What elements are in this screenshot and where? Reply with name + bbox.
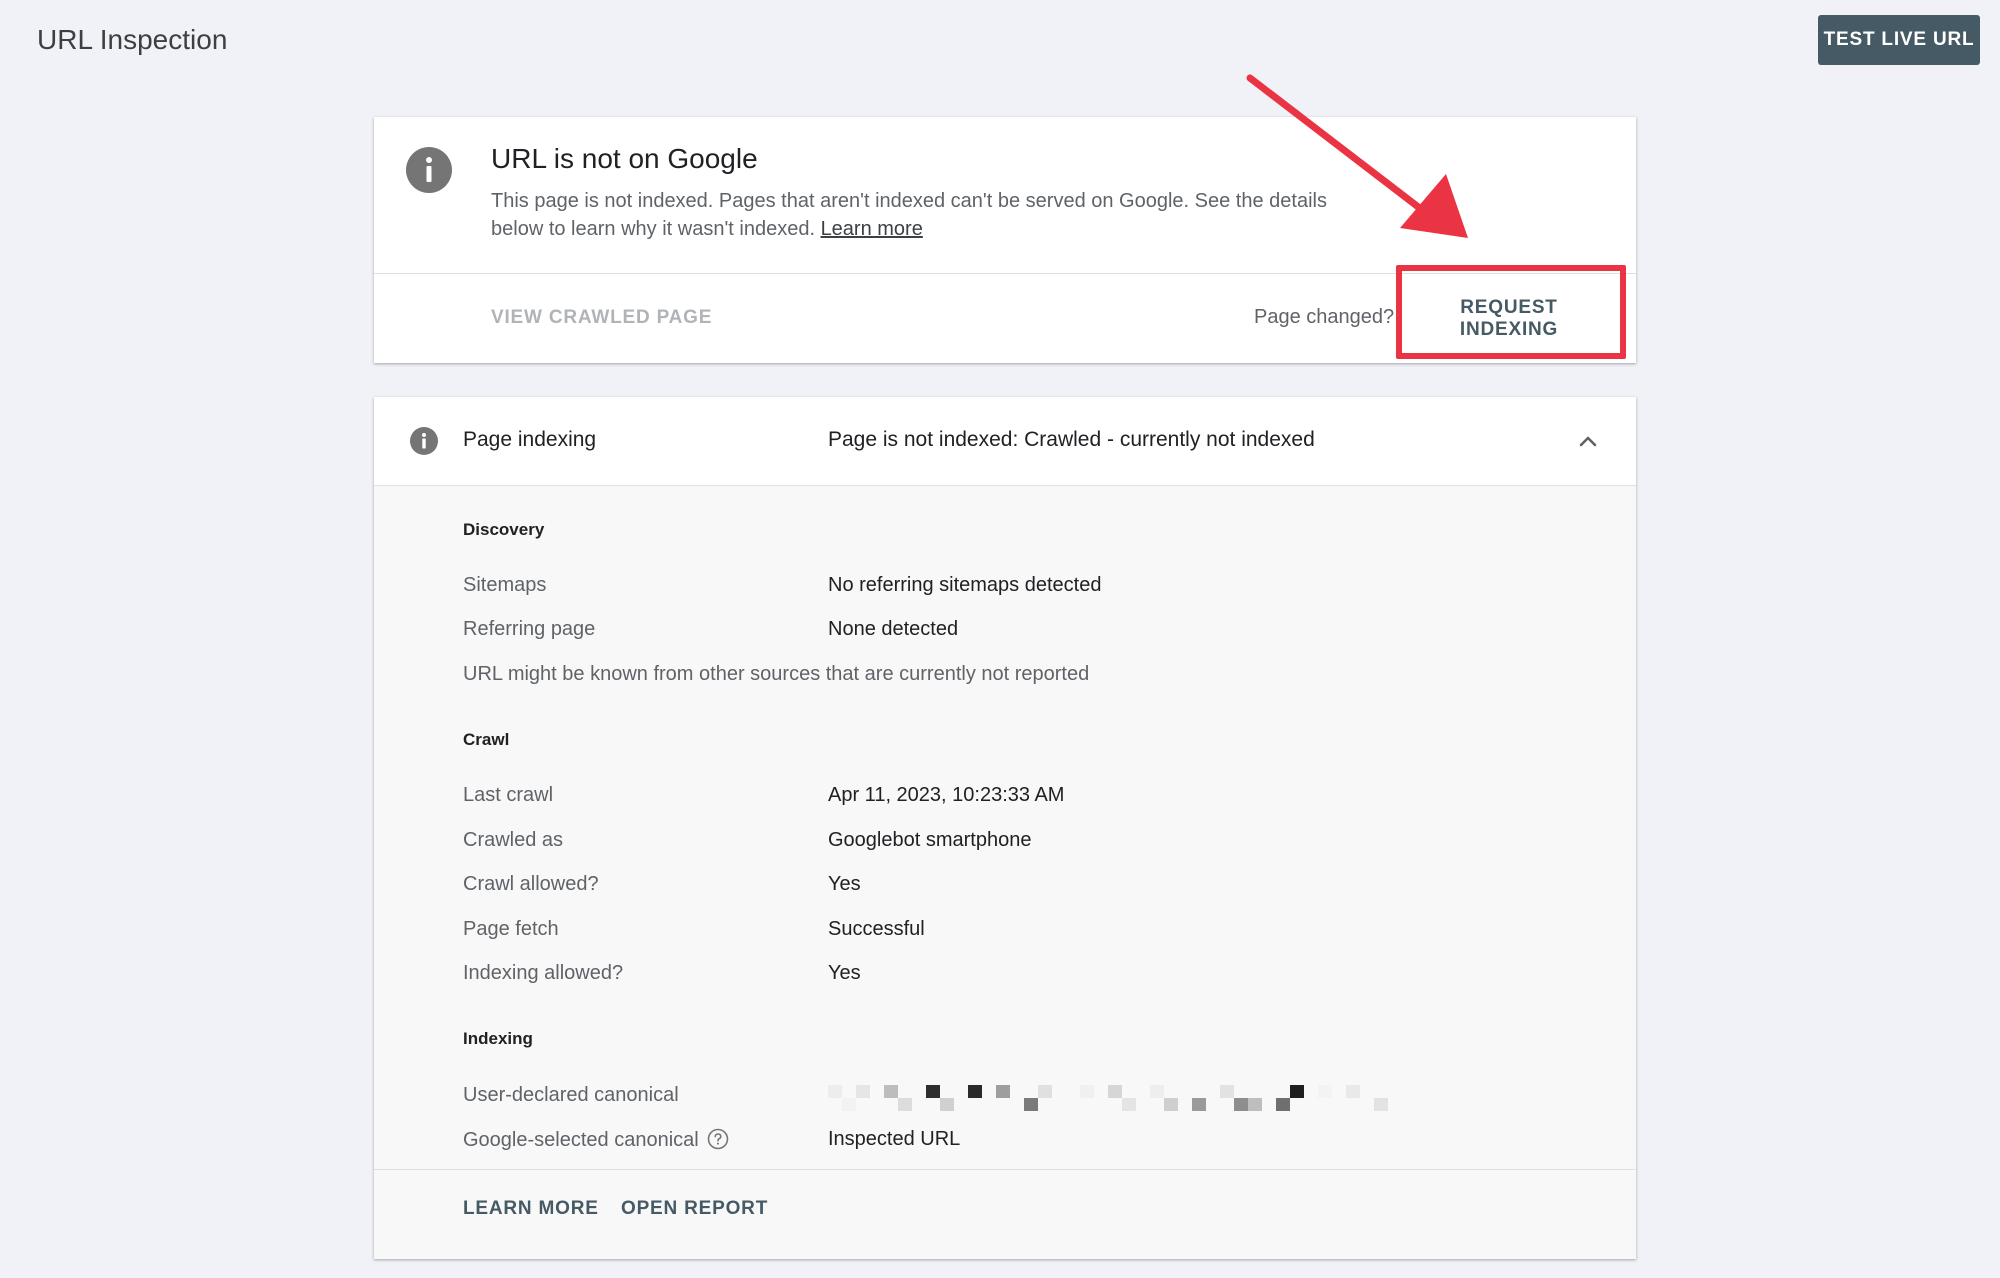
page-title: URL Inspection (37, 24, 228, 55)
view-crawled-page-button[interactable]: VIEW CRAWLED PAGE (491, 307, 712, 329)
status-heading: URL is not on Google (491, 143, 758, 174)
page-fetch-label: Page fetch (463, 918, 559, 940)
page-fetch-value: Successful (828, 918, 925, 940)
indexing-allowed-label: Indexing allowed? (463, 962, 624, 984)
indexing-allowed-value: Yes (828, 962, 861, 984)
learn-more-link[interactable]: Learn more (821, 218, 923, 240)
page-indexing-status: Page is not indexed: Crawled - currently… (828, 428, 1315, 451)
user-canonical-label: User-declared canonical (463, 1084, 679, 1106)
crawled-as-label: Crawled as (463, 829, 564, 851)
page-changed-text: Page changed? (1254, 306, 1395, 328)
learn-more-button[interactable]: LEARN MORE (463, 1198, 599, 1220)
request-indexing-button[interactable]: REQUEST INDEXING (1414, 290, 1604, 348)
info-icon (410, 427, 438, 455)
test-live-url-button[interactable]: TEST LIVE URL (1818, 15, 1980, 65)
page-indexing-header[interactable]: Page indexing Page is not indexed: Crawl… (374, 397, 1636, 486)
google-canonical-label-text: Google-selected canonical (463, 1129, 699, 1151)
google-canonical-value: Inspected URL (828, 1128, 961, 1150)
redacted-canonical-url (828, 1085, 1388, 1111)
page-indexing-title: Page indexing (463, 428, 597, 451)
sitemaps-label: Sitemaps (463, 574, 547, 596)
page-indexing-footer: LEARN MORE OPEN REPORT (374, 1169, 1636, 1259)
crawl-allowed-value: Yes (828, 873, 861, 895)
crawl-allowed-label: Crawl allowed? (463, 873, 599, 895)
help-circle-icon[interactable] (707, 1128, 729, 1150)
info-icon (406, 147, 452, 193)
status-description: This page is not indexed. Pages that are… (491, 187, 1351, 243)
referring-page-value: None detected (828, 618, 959, 640)
sitemaps-value: No referring sitemaps detected (828, 574, 1102, 596)
last-crawl-value: Apr 11, 2023, 10:23:33 AM (828, 784, 1065, 806)
last-crawl-label: Last crawl (463, 784, 554, 806)
crawl-section-title: Crawl (463, 730, 510, 749)
indexing-section-title: Indexing (463, 1029, 533, 1048)
chevron-up-icon[interactable] (1574, 427, 1602, 455)
discovery-note: URL might be known from other sources th… (463, 663, 1090, 685)
page-indexing-details: Discovery Sitemaps No referring sitemaps… (374, 486, 1636, 1169)
status-summary: URL is not on Google This page is not in… (374, 117, 1636, 274)
status-card: URL is not on Google This page is not in… (374, 117, 1636, 363)
crawled-as-value: Googlebot smartphone (828, 829, 1032, 851)
google-canonical-label: Google-selected canonical (463, 1128, 729, 1152)
discovery-section-title: Discovery (463, 520, 545, 539)
referring-page-label: Referring page (463, 618, 596, 640)
page-indexing-card: Page indexing Page is not indexed: Crawl… (374, 397, 1636, 1259)
status-actions: VIEW CRAWLED PAGE Page changed? REQUEST … (374, 274, 1636, 364)
open-report-button[interactable]: OPEN REPORT (621, 1198, 768, 1220)
